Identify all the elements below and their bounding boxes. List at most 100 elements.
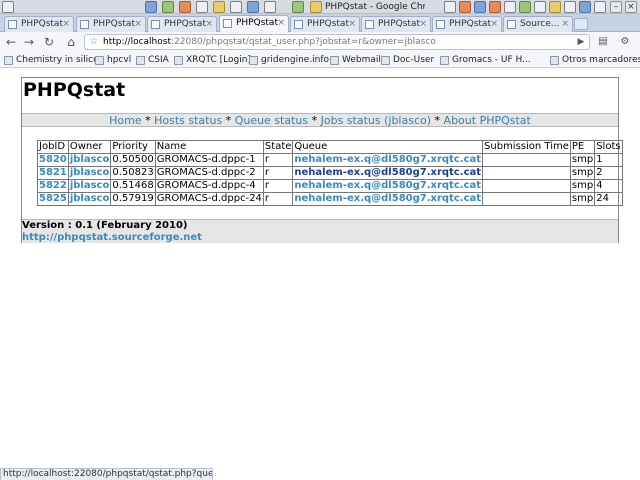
forward-arrow-icon[interactable]: → <box>22 35 36 49</box>
browser-tab[interactable]: PHPQstat × <box>290 16 360 32</box>
job-name-cell: GROMACS-d.dppc-4 <box>154 179 264 193</box>
column-header: PE <box>569 140 596 154</box>
page-menu-icon[interactable]: ▤ <box>596 35 610 49</box>
chrome-window-icon[interactable] <box>292 1 304 13</box>
job-id-link[interactable]: 5821 <box>39 167 67 178</box>
bookmark-star-icon[interactable]: ☆ <box>87 35 101 49</box>
tab-close-icon[interactable]: × <box>277 16 285 31</box>
bookmark-favicon-icon <box>330 56 339 65</box>
owner-link[interactable]: jblasco <box>70 193 110 204</box>
bookmark-label: Otros marcadores <box>562 55 640 65</box>
nav-separator: * <box>222 114 235 127</box>
submission-time-cell <box>482 153 571 167</box>
browser-tab[interactable]: PHPQstat × <box>361 16 431 32</box>
back-arrow-icon[interactable]: ← <box>4 35 18 49</box>
browser-tab[interactable]: Source... × <box>503 16 573 32</box>
browser-tab[interactable]: PHPQstat × <box>4 16 74 32</box>
nav-about-link[interactable]: About PHPQstat <box>444 114 531 127</box>
column-header: Priority <box>110 140 156 154</box>
tray-icon[interactable] <box>504 1 516 13</box>
owner-link[interactable]: jblasco <box>70 167 110 178</box>
tray-icon[interactable] <box>489 1 501 13</box>
priority-cell: 0.51468 <box>110 179 156 193</box>
app-launcher-icon[interactable] <box>145 1 157 13</box>
tab-close-icon[interactable]: × <box>134 17 142 32</box>
tray-icon[interactable] <box>534 1 546 13</box>
reload-icon[interactable]: ↻ <box>42 35 56 49</box>
tab-close-icon[interactable]: × <box>561 17 569 32</box>
jobs-table: JobID Owner Priority Name State Queue Su… <box>37 140 623 206</box>
address-bar[interactable]: ☆ http://localhost:22080/phpqstat/qstat_… <box>84 34 590 50</box>
browser-tab[interactable]: PHPQstat × <box>76 16 146 32</box>
bookmarks-bar: Chemistry in silico hpcvl CSIA XRQTC [Lo… <box>0 52 640 68</box>
bookmark-item[interactable]: Webmail <box>330 53 381 67</box>
wrench-menu-icon[interactable]: ⚙ <box>618 35 632 49</box>
bookmark-item[interactable]: Doc-User <box>381 53 434 67</box>
column-header: Submission Time <box>482 140 571 154</box>
tray-icon[interactable] <box>474 1 486 13</box>
state-cell: r <box>262 166 294 180</box>
nav-separator: * <box>141 114 155 127</box>
tab-close-icon[interactable]: × <box>490 17 498 32</box>
bookmark-item[interactable]: XRQTC [Login] <box>174 53 251 67</box>
folder-icon <box>550 56 559 65</box>
bookmark-item[interactable]: CSIA <box>136 53 169 67</box>
state-cell: r <box>262 153 294 167</box>
menu-icon[interactable] <box>2 1 14 13</box>
tab-label: PHPQstat <box>307 19 349 29</box>
page-favicon-icon <box>8 20 17 29</box>
minimize-icon[interactable]: – <box>610 1 622 13</box>
job-id-link[interactable]: 5820 <box>39 154 67 165</box>
tab-close-icon[interactable]: × <box>419 17 427 32</box>
terminal-launcher-icon[interactable] <box>196 1 208 13</box>
browser-tab[interactable]: PHPQstat × <box>432 16 502 32</box>
tray-icon[interactable] <box>519 1 531 13</box>
editor-launcher-icon[interactable] <box>230 1 242 13</box>
column-header: Owner <box>67 140 112 154</box>
state-cell: r <box>262 179 294 193</box>
window-list-icon[interactable] <box>264 1 276 13</box>
bookmark-item[interactable]: gridengine.info <box>249 53 329 67</box>
browser-tab[interactable]: PHPQstat × <box>147 16 217 32</box>
browser-tab-active[interactable]: PHPQstat × <box>219 15 289 33</box>
nav-hosts-link[interactable]: Hosts status <box>154 114 222 127</box>
queue-link-hovered[interactable]: nehalem-ex.q@dl580g7.xrqtc.cat <box>294 167 481 178</box>
sourceforge-link[interactable]: http://phpqstat.sourceforge.net <box>22 232 202 244</box>
priority-cell: 0.50500 <box>110 153 156 167</box>
go-icon[interactable]: ▶ <box>574 35 588 49</box>
tray-icon[interactable] <box>594 1 606 13</box>
nav-queue-link[interactable]: Queue status <box>235 114 308 127</box>
tray-icon[interactable] <box>579 1 591 13</box>
owner-link[interactable]: jblasco <box>70 180 110 191</box>
tray-icon[interactable] <box>444 1 456 13</box>
bookmark-label: XRQTC [Login] <box>186 55 251 65</box>
active-window-icon[interactable] <box>310 1 322 13</box>
tab-close-icon[interactable]: × <box>62 17 70 32</box>
job-id-link[interactable]: 5825 <box>39 193 67 204</box>
settings-launcher-icon[interactable] <box>247 1 259 13</box>
bookmark-item[interactable]: Gromacs - UF H... <box>440 53 531 67</box>
firefox-launcher-icon[interactable] <box>179 1 191 13</box>
bookmark-item[interactable]: Chemistry in silico <box>4 53 99 67</box>
nav-jobs-link[interactable]: Jobs status (jblasco) <box>321 114 431 127</box>
queue-link[interactable]: nehalem-ex.q@dl580g7.xrqtc.cat <box>294 193 481 204</box>
files-launcher-icon[interactable] <box>213 1 225 13</box>
tab-close-icon[interactable]: × <box>205 17 213 32</box>
nav-home-link[interactable]: Home <box>109 114 141 127</box>
other-bookmarks-folder[interactable]: Otros marcadores <box>550 53 640 67</box>
browser-launcher-icon[interactable] <box>162 1 174 13</box>
queue-link[interactable]: nehalem-ex.q@dl580g7.xrqtc.cat <box>294 180 481 191</box>
tab-close-icon[interactable]: × <box>348 17 356 32</box>
tab-label: PHPQstat <box>93 19 135 29</box>
tray-icon[interactable] <box>459 1 471 13</box>
job-id-link[interactable]: 5822 <box>39 180 67 191</box>
owner-link[interactable]: jblasco <box>70 154 110 165</box>
tray-icon[interactable] <box>564 1 576 13</box>
close-window-icon[interactable]: × <box>625 1 637 13</box>
queue-link[interactable]: nehalem-ex.q@dl580g7.xrqtc.cat <box>294 154 481 165</box>
home-icon[interactable]: ⌂ <box>64 35 78 49</box>
tray-icon[interactable] <box>549 1 561 13</box>
tab-strip: PHPQstat × PHPQstat × PHPQstat × PHPQsta… <box>0 14 640 33</box>
new-tab-button[interactable] <box>574 18 588 30</box>
bookmark-item[interactable]: hpcvl <box>95 53 131 67</box>
